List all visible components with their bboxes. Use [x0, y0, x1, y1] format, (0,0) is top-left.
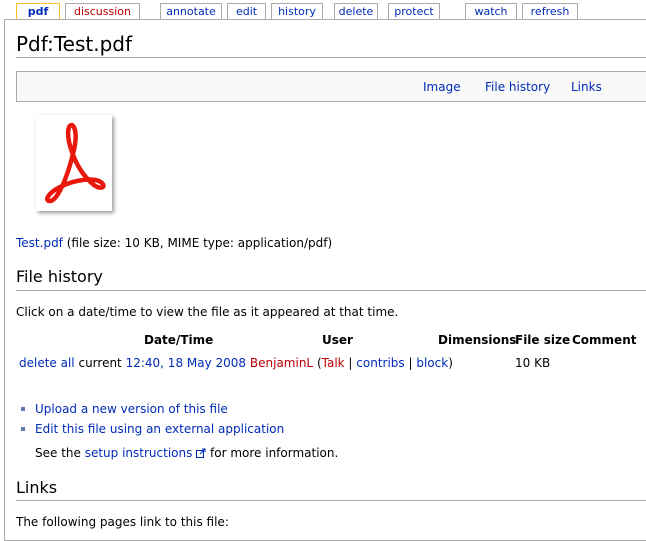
external-link-icon [196, 448, 206, 458]
row-filesize: 10 KB [515, 356, 551, 370]
see-the-text: See the [35, 446, 81, 460]
more-info-text: for more information. [210, 446, 339, 460]
title-divider [16, 57, 646, 58]
file-history-intro: Click on a date/time to view the file as… [16, 305, 399, 319]
tab-history[interactable]: history [271, 3, 323, 20]
current-label: current [78, 356, 122, 370]
col-dimensions: Dimensions [438, 333, 517, 347]
delete-all-link[interactable]: delete all [19, 356, 75, 370]
file-toc-bar: Image File history Links [16, 71, 646, 102]
tab-pdf[interactable]: pdf [16, 3, 60, 20]
links-heading: Links [16, 478, 58, 497]
upload-new-version-link[interactable]: Upload a new version of this file [35, 402, 228, 416]
page-title: Pdf:Test.pdf [16, 32, 132, 56]
toc-links-link[interactable]: Links [571, 80, 602, 94]
file-details: (file size: 10 KB, MIME type: applicatio… [66, 236, 333, 250]
file-thumbnail[interactable] [36, 115, 112, 211]
file-history-divider [16, 290, 646, 291]
toc-image-link[interactable]: Image [423, 80, 461, 94]
file-info-line: Test.pdf (file size: 10 KB, MIME type: a… [16, 236, 332, 250]
pdf-acrobat-icon [45, 122, 106, 204]
bullet-icon [21, 427, 25, 431]
col-user: User [322, 333, 353, 347]
user-block-link[interactable]: block [416, 356, 448, 370]
tab-refresh[interactable]: refresh [522, 3, 578, 20]
col-datetime: Date/Time [144, 333, 214, 347]
setup-instructions-link[interactable]: setup instructions [85, 446, 193, 460]
setup-instructions-line: See the setup instructions for more info… [35, 446, 338, 460]
file-name-link[interactable]: Test.pdf [16, 236, 63, 250]
links-divider [16, 500, 646, 501]
table-row: delete all current 12:40, 18 May 2008 Be… [19, 356, 453, 370]
tab-delete[interactable]: delete [334, 3, 378, 20]
toc-file-history-link[interactable]: File history [485, 80, 550, 94]
user-contribs-link[interactable]: contribs [356, 356, 404, 370]
col-filesize: File size [515, 333, 571, 347]
bullet-icon [21, 407, 25, 411]
tab-watch[interactable]: watch [465, 3, 517, 20]
user-link[interactable]: BenjaminL [250, 356, 313, 370]
col-comment: Comment [572, 333, 637, 347]
tab-annotate[interactable]: annotate [160, 3, 222, 20]
user-talk-link[interactable]: Talk [322, 356, 345, 370]
tab-protect[interactable]: protect [388, 3, 440, 20]
datetime-link[interactable]: 12:40, 18 May 2008 [126, 356, 246, 370]
tab-discussion[interactable]: discussion [65, 3, 140, 20]
edit-external-link[interactable]: Edit this file using an external applica… [35, 422, 284, 436]
file-history-heading: File history [16, 267, 103, 286]
tab-edit[interactable]: edit [227, 3, 266, 20]
links-intro: The following pages link to this file: [16, 515, 229, 529]
